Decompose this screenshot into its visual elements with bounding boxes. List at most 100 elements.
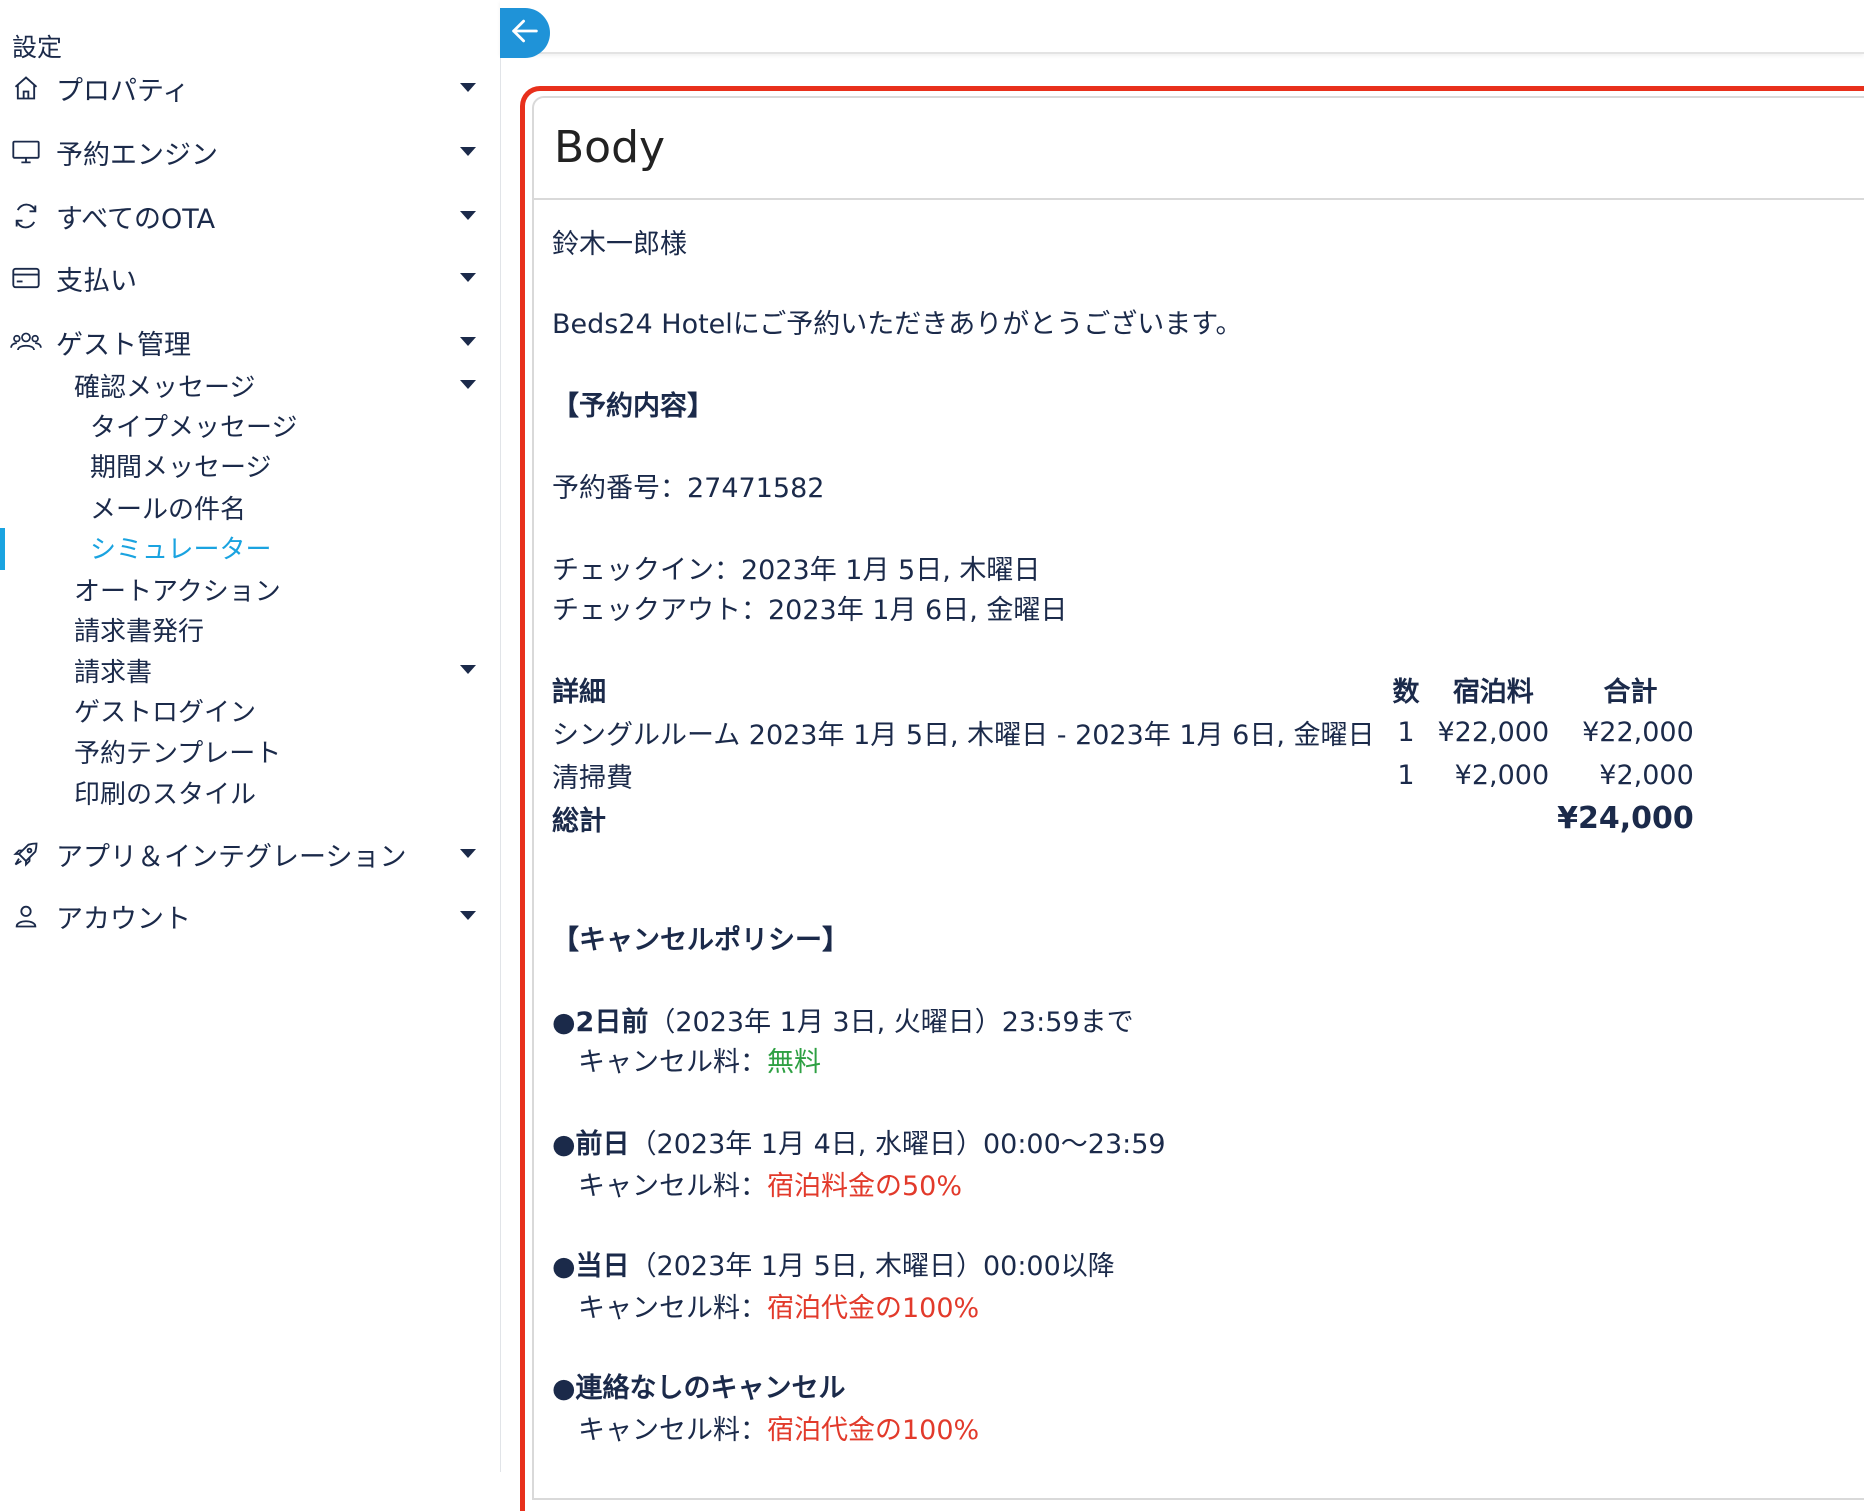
sidebar-item-booking-templates[interactable]: 予約テンプレート [74, 731, 281, 771]
chevron-down-icon[interactable] [460, 147, 476, 156]
table-cell: 1 [1397, 760, 1415, 791]
chevron-down-icon[interactable] [460, 273, 476, 282]
fee-label: キャンセル料： [578, 1171, 767, 1202]
table-cell: シングルルーム 2023年 1月 5日, 木曜日 - 2023年 1月 6日, … [552, 720, 1375, 751]
cancel-fee-line: キャンセル料：宿泊代金の100% [578, 1286, 979, 1325]
settings-sidebar: 設定 プロパティ 予約エンジン すべてのOTA 支払い ゲスト管理 確認メッセー… [0, 0, 501, 1472]
sidebar-item-label: 支払い [56, 265, 137, 297]
thanks-message: Beds24 Hotelにご予約いただきありがとうございます。 [552, 309, 1243, 340]
sidebar-item-confirm-messages[interactable]: 確認メッセージ [74, 365, 500, 405]
table-row: シングルルーム 2023年 1月 5日, 木曜日 - 2023年 1月 6日, … [548, 711, 1698, 754]
table-cell: ¥22,000 [1437, 717, 1550, 748]
checkin-date: チェックイン：2023年 1月 5日, 木曜日 [552, 555, 1041, 586]
greeting: 鈴木一郎様 [552, 229, 687, 260]
table-header: 宿泊料 [1452, 677, 1534, 708]
sidebar-item-guest-management[interactable]: ゲスト管理 [0, 318, 500, 366]
card-header: Body [534, 98, 1864, 200]
home-icon [10, 72, 42, 104]
sidebar-item-invoices[interactable]: 請求書 [74, 650, 500, 690]
sidebar-item-label: アプリ＆インテグレーション [56, 841, 407, 873]
fee-value: 宿泊料金の50% [767, 1171, 963, 1202]
chevron-down-icon[interactable] [460, 849, 476, 858]
sidebar-item-auto-actions[interactable]: オートアクション [74, 569, 281, 609]
policy-term: ●当日 [552, 1251, 630, 1282]
table-total-row: 総計 ¥24,000 [548, 797, 1698, 840]
sidebar-item-simulator[interactable]: シミュレーター [90, 527, 271, 567]
cancel-policy-title: ●当日（2023年 1月 5日, 木曜日）00:00以降 [552, 1244, 1115, 1283]
table-header: 数 [1392, 677, 1420, 708]
sidebar-item-apps-integrations[interactable]: アプリ＆インテグレーション [0, 830, 500, 878]
fee-value: 無料 [767, 1047, 821, 1078]
sidebar-item-label: ゲスト管理 [56, 329, 191, 361]
table-cell: 1 [1397, 717, 1415, 748]
card-title: Body [554, 122, 666, 173]
cancel-policy-title: ●前日（2023年 1月 4日, 水曜日）00:00〜23:59 [552, 1122, 1166, 1161]
chevron-down-icon[interactable] [460, 665, 476, 674]
total-label: 総計 [552, 806, 606, 837]
fee-label: キャンセル料： [578, 1293, 767, 1324]
checkout-date: チェックアウト：2023年 1月 6日, 金曜日 [552, 595, 1068, 626]
cancel-fee-line: キャンセル料：無料 [578, 1040, 821, 1079]
sidebar-item-account[interactable]: アカウント [0, 892, 500, 940]
table-cell: ¥2,000 [1599, 760, 1694, 791]
sidebar-item-mail-subject[interactable]: メールの件名 [90, 487, 246, 527]
table-cell: 清掃費 [552, 763, 633, 794]
sidebar-item-label: 請求書 [74, 657, 153, 688]
section-cancel-heading: 【キャンセルポリシー】 [552, 925, 849, 956]
cancel-fee-line: キャンセル料：宿泊料金の50% [578, 1164, 962, 1203]
sidebar-item-invoicing[interactable]: 請求書発行 [74, 609, 204, 649]
chevron-down-icon[interactable] [460, 211, 476, 220]
policy-detail: （2023年 1月 4日, 水曜日）00:00〜23:59 [629, 1129, 1166, 1160]
booking-detail-table: 詳細 数 宿泊料 合計 シングルルーム 2023年 1月 5日, 木曜日 - 2… [548, 668, 1698, 840]
total-value: ¥24,000 [1557, 801, 1694, 836]
fee-label: キャンセル料： [578, 1415, 767, 1446]
cancel-fee-line: キャンセル料：宿泊代金の100% [578, 1408, 979, 1447]
sidebar-item-booking-engine[interactable]: 予約エンジン [0, 128, 500, 176]
top-bar [500, 0, 1864, 54]
table-cell: ¥2,000 [1454, 760, 1550, 791]
sidebar-item-payments[interactable]: 支払い [0, 254, 500, 302]
table-header-row: 詳細 数 宿泊料 合計 [548, 668, 1698, 711]
table-header: 合計 [1603, 677, 1658, 708]
cancel-policy-title: ●2日前（2023年 1月 3日, 火曜日）23:59まで [552, 1000, 1134, 1039]
policy-detail: （2023年 1月 5日, 木曜日）00:00以降 [629, 1251, 1115, 1282]
sync-icon [10, 200, 42, 232]
sidebar-item-all-ota[interactable]: すべてのOTA [0, 192, 500, 240]
sidebar-item-label: プロパティ [56, 75, 190, 107]
sidebar-item-label: 確認メッセージ [74, 372, 256, 403]
active-indicator [0, 528, 5, 570]
sidebar-item-property[interactable]: プロパティ [0, 64, 500, 112]
fee-label: キャンセル料： [578, 1047, 767, 1078]
rocket-icon [10, 838, 42, 870]
booking-number: 予約番号：27471582 [552, 473, 825, 504]
sidebar-title: 設定 [12, 33, 63, 62]
section-reservation-heading: 【予約内容】 [552, 391, 714, 422]
chevron-down-icon[interactable] [460, 83, 476, 92]
chevron-down-icon[interactable] [460, 911, 476, 920]
table-row: 清掃費 1 ¥2,000 ¥2,000 [548, 754, 1698, 797]
cancel-policy-title: ●連絡なしのキャンセル [552, 1366, 846, 1405]
chevron-down-icon[interactable] [460, 337, 476, 346]
user-icon [10, 900, 42, 932]
arrow-left-icon [508, 14, 542, 52]
policy-term: ●連絡なしのキャンセル [552, 1373, 846, 1404]
policy-detail: （2023年 1月 3日, 火曜日）23:59まで [648, 1007, 1134, 1038]
policy-term: ●前日 [552, 1129, 630, 1160]
sidebar-item-period-messages[interactable]: 期間メッセージ [90, 445, 271, 485]
chevron-down-icon[interactable] [460, 380, 476, 389]
monitor-icon [10, 136, 42, 168]
users-icon [10, 326, 42, 358]
sidebar-item-print-styles[interactable]: 印刷のスタイル [74, 772, 256, 812]
sidebar-item-guest-login[interactable]: ゲストログイン [74, 690, 256, 730]
sidebar-item-type-messages[interactable]: タイプメッセージ [90, 405, 297, 445]
fee-value: 宿泊代金の100% [767, 1415, 980, 1446]
table-header: 詳細 [552, 677, 606, 708]
table-cell: ¥22,000 [1582, 717, 1694, 748]
sidebar-item-label: すべてのOTA [56, 203, 216, 235]
fee-value: 宿泊代金の100% [767, 1293, 980, 1324]
back-button[interactable] [500, 8, 550, 58]
credit-card-icon [10, 262, 42, 294]
sidebar-item-label: アカウント [56, 903, 191, 935]
policy-term: ●2日前 [552, 1007, 649, 1038]
sidebar-item-label: 予約エンジン [56, 139, 218, 171]
